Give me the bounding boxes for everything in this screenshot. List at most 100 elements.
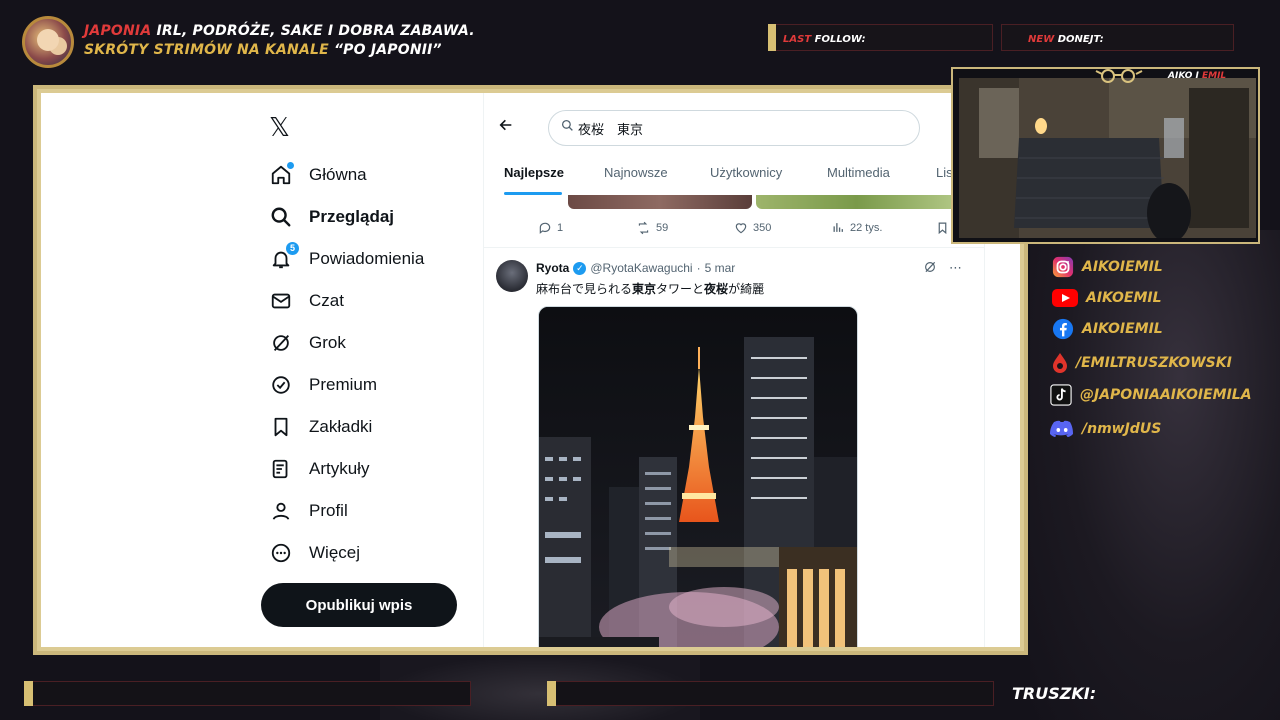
channel-avatar (22, 16, 74, 68)
tweet-author-avatar[interactable] (496, 260, 528, 292)
instagram-icon (1052, 256, 1074, 278)
nav-item-bookmarks[interactable]: Zakładki (269, 407, 372, 447)
tweet-text-part: タワーと (656, 282, 705, 296)
repost-icon (638, 221, 649, 235)
patronite-icon (1052, 352, 1068, 374)
tiktok-icon (1050, 384, 1072, 406)
browser-frame: 𝕏 Główna Przeglądaj 5 Powiadomienia Czat… (33, 85, 1028, 655)
nav-label-articles: Artykuły (309, 459, 370, 478)
tab-latest[interactable]: Najnowsze (604, 165, 668, 180)
nav-label-bookmarks: Zakładki (309, 417, 373, 436)
x-logo-icon[interactable]: 𝕏 (269, 113, 290, 143)
nav-item-more[interactable]: Więcej (269, 533, 360, 573)
more-options-icon[interactable]: ⋯ (949, 260, 962, 277)
social-patronite[interactable]: /EMILTRUSZKOWSKI (1052, 352, 1232, 374)
tab-top[interactable]: Najlepsze (504, 165, 564, 180)
tweet-text: 麻布台で見られる東京タワーと夜桜が綺麗 (536, 280, 764, 297)
previous-tweet-images[interactable] (568, 195, 958, 209)
tweet-author-handle[interactable]: @RyotaKawaguchi (590, 261, 692, 275)
youtube-icon (1052, 287, 1078, 309)
tweet-photo[interactable] (538, 306, 858, 647)
home-notification-dot (287, 162, 294, 169)
x-sidebar: 𝕏 Główna Przeglądaj 5 Powiadomienia Czat… (261, 93, 501, 647)
nav-label-grok: Grok (309, 333, 346, 352)
nav-item-chat[interactable]: Czat (269, 281, 344, 321)
bookmark-button[interactable] (936, 221, 949, 235)
nav-item-premium[interactable]: Premium (269, 365, 377, 405)
bookmark-icon (938, 222, 947, 235)
patronite-handle: /EMILTRUSZKOWSKI (1076, 355, 1232, 371)
new-donate-label: DONEJT: (1054, 34, 1104, 45)
premium-icon (269, 373, 293, 397)
back-arrow-icon[interactable] (498, 117, 514, 138)
facebook-icon (1052, 318, 1074, 340)
grok-explain-icon[interactable] (923, 260, 937, 277)
nav-label-chat: Czat (309, 291, 344, 310)
post-button[interactable]: Opublikuj wpis (261, 583, 457, 627)
nav-label-premium: Premium (309, 375, 378, 394)
header-channel-name: “PO JAPONII” (333, 42, 442, 58)
tweet-header: Ryota ✓ @RyotaKawaguchi · 5 mar (536, 261, 735, 275)
youtube-handle: AIKOEMIL (1086, 290, 1162, 306)
tweet-text-highlight: 夜桜 (704, 282, 729, 296)
tweet-text-part: 麻布台で見られる (536, 282, 633, 296)
nav-label-explore: Przeglądaj (309, 207, 395, 226)
grok-icon (269, 331, 293, 355)
heart-icon (735, 223, 747, 234)
discord-icon (1050, 418, 1074, 440)
bookmark-icon (269, 415, 293, 439)
previous-tweet-actions: 1 59 350 22 tys. (538, 221, 958, 241)
header-japonia: JAPONIA (84, 23, 152, 39)
social-instagram[interactable]: AIKOIEMIL (1052, 256, 1163, 278)
social-discord[interactable]: /nmwJdUS (1050, 418, 1161, 440)
tweet-date[interactable]: 5 mar (705, 261, 736, 275)
webcam-room-image (959, 78, 1256, 238)
nav-item-notifications[interactable]: 5 Powiadomienia (269, 239, 424, 279)
webcam-video (959, 78, 1256, 238)
tweet-separator: · (696, 261, 701, 275)
mail-icon (269, 289, 293, 313)
like-button[interactable]: 350 (734, 221, 771, 235)
bell-icon: 5 (269, 242, 299, 271)
bottom-bar-left (24, 681, 471, 706)
repost-count: 59 (656, 222, 669, 234)
header-tagline: IRL, PODRÓŻE, SAKE I DOBRA ZABAWA. (151, 23, 475, 39)
nav-item-explore[interactable]: Przeglądaj (269, 197, 394, 237)
search-icon (269, 205, 293, 229)
social-tiktok[interactable]: @JAPONIAAIKOIEMILA (1050, 384, 1252, 406)
tweet-author-name[interactable]: Ryota (536, 261, 569, 275)
repost-button[interactable]: 59 (636, 221, 668, 235)
search-input[interactable] (578, 120, 898, 136)
social-youtube[interactable]: AIKOEMIL (1052, 287, 1162, 309)
tab-people[interactable]: Użytkownicy (710, 165, 782, 180)
previous-tweet-image-1[interactable] (568, 195, 752, 209)
active-tab-indicator (504, 192, 562, 195)
more-icon (269, 541, 293, 565)
article-icon (269, 457, 293, 481)
tokyo-tower-night-photo (539, 307, 857, 647)
nav-item-home[interactable]: Główna (269, 155, 367, 195)
previous-tweet-image-2[interactable] (756, 195, 958, 209)
profile-icon (269, 499, 293, 523)
nav-label-more: Więcej (309, 543, 361, 562)
nav-label-notifications: Powiadomienia (309, 249, 425, 268)
nav-label-profile: Profil (309, 501, 348, 520)
nav-item-grok[interactable]: Grok (269, 323, 346, 363)
reply-icon (539, 222, 551, 234)
search-box[interactable] (548, 110, 920, 146)
tab-media[interactable]: Multimedia (827, 165, 890, 180)
nav-item-articles[interactable]: Artykuły (269, 449, 369, 489)
reply-button[interactable]: 1 (538, 221, 563, 235)
truszki-label: TRUSZKI: (1012, 684, 1097, 703)
social-facebook[interactable]: AIKOIEMIL (1052, 318, 1163, 340)
tweet[interactable]: Ryota ✓ @RyotaKawaguchi · 5 mar ⋯ 麻布台で見ら… (484, 248, 984, 647)
tweet-top-actions: ⋯ (923, 260, 962, 277)
x-app: 𝕏 Główna Przeglądaj 5 Powiadomienia Czat… (41, 93, 1020, 647)
views-button[interactable]: 22 tys. (832, 221, 882, 234)
webcam-label: AIKO I EMIL (1095, 69, 1226, 83)
nav-item-profile[interactable]: Profil (269, 491, 348, 531)
instagram-handle: AIKOIEMIL (1082, 259, 1163, 275)
header-line-2: SKRÓTY STRIMÓW NA KANALE “PO JAPONII” (84, 42, 442, 58)
reply-count: 1 (557, 222, 564, 234)
home-icon (269, 162, 294, 187)
